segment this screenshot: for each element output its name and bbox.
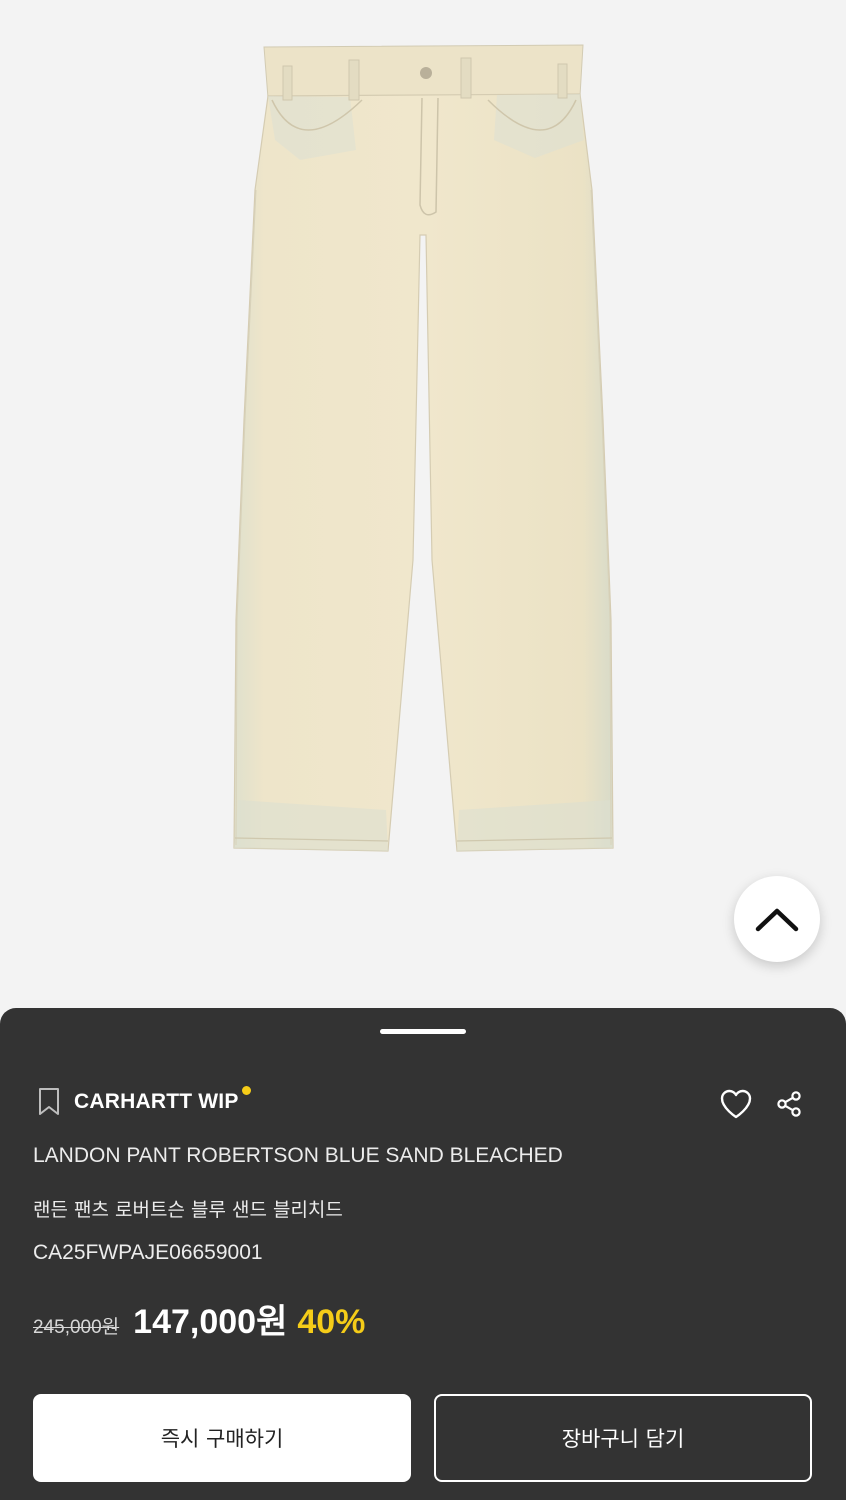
sheet-drag-handle[interactable] xyxy=(380,1029,466,1034)
product-sku: CA25FWPAJE06659001 xyxy=(33,1241,263,1264)
product-name-korean: 랜든 팬츠 로버트슨 블루 샌드 블리치드 xyxy=(33,1199,343,1221)
add-to-cart-button[interactable]: 장바구니 담기 xyxy=(434,1394,812,1482)
price-row: 245,000원 147,000원 40% xyxy=(33,1294,365,1343)
product-name-english: LANDON PANT ROBERTSON BLUE SAND BLEACHED xyxy=(33,1144,563,1167)
scroll-to-top-button[interactable] xyxy=(734,876,820,962)
product-image xyxy=(233,44,614,852)
share-icon[interactable] xyxy=(775,1090,803,1118)
bookmark-icon[interactable] xyxy=(34,1084,64,1120)
product-image-area xyxy=(0,0,846,1008)
heart-icon[interactable] xyxy=(719,1088,753,1120)
sale-price: 147,000원 xyxy=(133,1303,288,1341)
product-info-sheet: CARHARTT WIP LANDON PANT ROBERTSON BLUE … xyxy=(0,1008,846,1500)
brand-new-dot xyxy=(241,1085,251,1095)
buy-now-button[interactable]: 즉시 구매하기 xyxy=(33,1394,411,1482)
discount-rate: 40% xyxy=(297,1303,366,1341)
original-price: 245,000원 xyxy=(33,1317,120,1338)
chevron-up-icon xyxy=(755,908,799,932)
brand-row: CARHARTT WIP xyxy=(34,1084,251,1120)
brand-name[interactable]: CARHARTT WIP xyxy=(74,1090,239,1114)
